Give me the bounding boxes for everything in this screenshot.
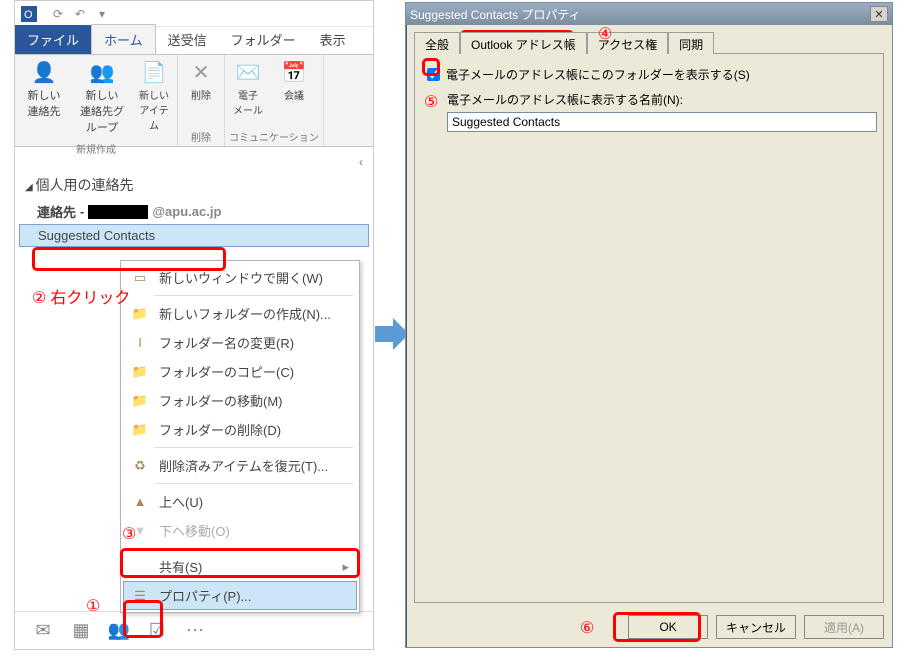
- chevron-right-icon: ▸: [342, 559, 349, 575]
- context-menu: ▭新しいウィンドウで開く(W) 📁新しいフォルダーの作成(N)... Iフォルダ…: [120, 260, 360, 613]
- ok-button[interactable]: OK: [628, 615, 708, 639]
- mail-nav-icon[interactable]: ✉: [29, 617, 57, 645]
- nav-pane: ‹ 個人用の連絡先 連絡先 - @apu.ac.jp Suggested Con…: [15, 147, 373, 253]
- ctx-move-down: ▼下へ移動(O): [123, 516, 357, 545]
- delete-icon: ✕: [186, 59, 216, 85]
- delete-button[interactable]: ✕削除: [178, 55, 224, 127]
- dialog-titlebar: Suggested Contacts プロパティ ✕: [406, 3, 892, 25]
- annot-1: ①: [86, 596, 100, 616]
- cancel-button[interactable]: キャンセル: [716, 615, 796, 639]
- show-folder-label: 電子メールのアドレス帳にこのフォルダーを表示する(S): [446, 66, 750, 83]
- ctx-delete-folder[interactable]: 📁フォルダーの削除(D): [123, 415, 357, 444]
- annot-6: ⑥: [580, 618, 594, 638]
- calendar-nav-icon[interactable]: ▦: [67, 617, 95, 645]
- ribbon: 👤新しい 連絡先 👥新しい 連絡先グループ 📄新しい アイテム 新規作成 ✕削除…: [15, 55, 373, 147]
- svg-text:O: O: [24, 9, 33, 21]
- ribbon-tabs: ファイル ホーム 送受信 フォルダー 表示: [15, 27, 373, 55]
- folder-delete-icon: 📁: [131, 422, 149, 438]
- folder-move-icon: 📁: [131, 393, 149, 409]
- dialog-panel: 電子メールのアドレス帳にこのフォルダーを表示する(S) 電子メールのアドレス帳に…: [414, 53, 884, 603]
- qat-sendrecv-icon[interactable]: ⟳: [49, 5, 67, 23]
- annot-4: ④: [598, 24, 612, 44]
- window-icon: ▭: [131, 270, 149, 286]
- tab-folder[interactable]: フォルダー: [219, 25, 308, 54]
- dialog-close-button[interactable]: ✕: [870, 6, 888, 22]
- redacted-block: [88, 205, 148, 219]
- email-button[interactable]: ✉️電子 メール: [225, 55, 271, 127]
- new-contact-group-button[interactable]: 👥新しい 連絡先グループ: [73, 55, 131, 139]
- dlg-tab-general[interactable]: 全般: [414, 32, 460, 54]
- arrow-icon: [375, 314, 409, 354]
- ribbon-group-comm-label: コミュニケーション: [225, 127, 323, 146]
- tab-file[interactable]: ファイル: [15, 25, 91, 54]
- dialog-buttons: OK キャンセル 適用(A): [406, 609, 892, 645]
- ctx-copy-folder[interactable]: 📁フォルダーのコピー(C): [123, 357, 357, 386]
- quick-access-toolbar: O ⟳ ↶ ▾: [15, 1, 373, 27]
- ctx-open-new-window[interactable]: ▭新しいウィンドウで開く(W): [123, 263, 357, 292]
- more-nav-icon[interactable]: ⋯: [181, 617, 209, 645]
- dlg-tab-address-book[interactable]: Outlook アドレス帳: [460, 32, 587, 54]
- ctx-restore-deleted[interactable]: ♻削除済みアイテムを復元(T)...: [123, 451, 357, 480]
- people-icon: 👥: [87, 59, 117, 85]
- folder-new-icon: 📁: [131, 306, 149, 322]
- display-name-input[interactable]: [447, 112, 877, 132]
- people-nav-icon[interactable]: 👥: [105, 617, 133, 645]
- tab-sendrecv[interactable]: 送受信: [156, 25, 219, 54]
- nav-item-suggested-contacts[interactable]: Suggested Contacts: [19, 224, 369, 247]
- new-item-icon: 📄: [139, 59, 169, 85]
- nav-header-personal[interactable]: 個人用の連絡先: [19, 171, 369, 199]
- bottom-nav: ✉ ▦ 👥 ☑ ⋯: [15, 611, 373, 649]
- ribbon-group-new-label: 新規作成: [15, 139, 177, 158]
- dialog-title: Suggested Contacts プロパティ: [410, 6, 581, 23]
- dialog-tabs: 全般 Outlook アドレス帳 アクセス権 同期: [414, 31, 884, 53]
- qat-dropdown-icon[interactable]: ▾: [93, 5, 111, 23]
- restore-icon: ♻: [131, 458, 149, 474]
- email-icon: ✉️: [233, 59, 263, 85]
- display-name-label: 電子メールのアドレス帳に表示する名前(N):: [447, 91, 871, 108]
- tab-view[interactable]: 表示: [308, 25, 358, 54]
- annot-2: ② 右クリック: [32, 284, 130, 308]
- annot-5: ⑤: [424, 92, 438, 112]
- nav-item-contacts[interactable]: 連絡先 - @apu.ac.jp: [19, 199, 369, 224]
- properties-icon: ☰: [131, 588, 149, 604]
- ctx-properties[interactable]: ☰プロパティ(P)...: [123, 581, 357, 610]
- up-icon: ▲: [131, 494, 149, 509]
- person-icon: 👤: [29, 59, 59, 85]
- calendar-icon: 📅: [279, 59, 309, 85]
- new-contact-button[interactable]: 👤新しい 連絡先: [15, 55, 73, 139]
- qat-undo-icon[interactable]: ↶: [71, 5, 89, 23]
- meeting-button[interactable]: 📅会議: [271, 55, 317, 127]
- ribbon-group-delete-label: 削除: [178, 127, 224, 146]
- apply-button[interactable]: 適用(A): [804, 615, 884, 639]
- show-folder-checkbox[interactable]: [427, 68, 440, 81]
- dlg-tab-sync[interactable]: 同期: [668, 32, 714, 54]
- ctx-rename-folder[interactable]: Iフォルダー名の変更(R): [123, 328, 357, 357]
- ctx-move-folder[interactable]: 📁フォルダーの移動(M): [123, 386, 357, 415]
- tab-home[interactable]: ホーム: [91, 24, 156, 54]
- properties-dialog: Suggested Contacts プロパティ ✕ 全般 Outlook アド…: [405, 2, 893, 648]
- outlook-icon: O: [21, 6, 37, 22]
- new-items-button[interactable]: 📄新しい アイテム: [131, 55, 177, 139]
- folder-copy-icon: 📁: [131, 364, 149, 380]
- ctx-new-folder[interactable]: 📁新しいフォルダーの作成(N)...: [123, 299, 357, 328]
- annot-3: ③: [122, 524, 136, 544]
- ctx-move-up[interactable]: ▲上へ(U): [123, 487, 357, 516]
- rename-icon: I: [131, 335, 149, 350]
- ctx-share[interactable]: 共有(S)▸: [123, 552, 357, 581]
- tasks-nav-icon[interactable]: ☑: [143, 617, 171, 645]
